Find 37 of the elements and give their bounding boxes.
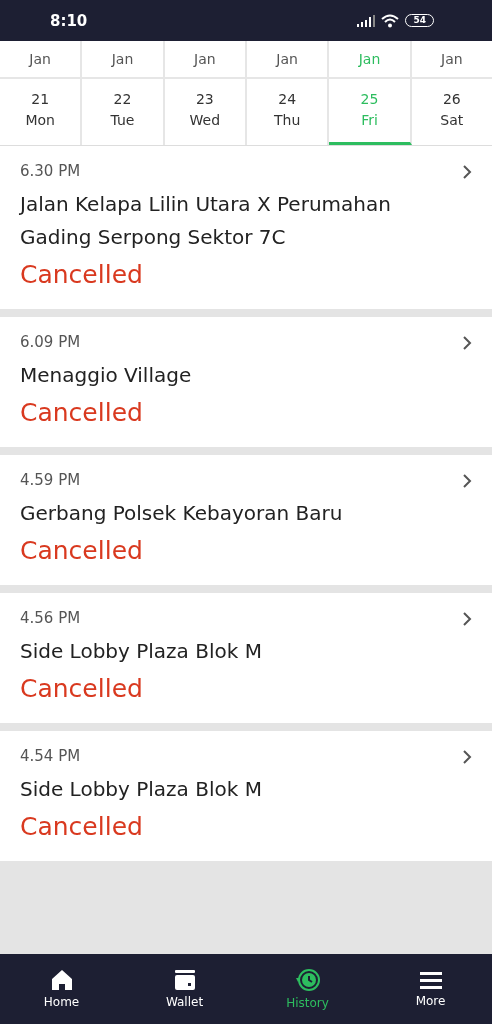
trip-status: Cancelled — [20, 398, 144, 427]
trip-card[interactable]: 6.30 PM Jalan Kelapa Lilin Utara X Perumahan Gading Serpong Sektor 7C Cancelled — [0, 146, 492, 309]
wifi-icon — [381, 13, 400, 28]
trip-time: 4.54 PM — [20, 747, 82, 765]
trip-card[interactable]: 6.09 PM Menaggio Village Cancelled — [0, 317, 492, 447]
trip-address: Side Lobby Plaza Blok M — [20, 638, 263, 665]
trip-address: Jalan Kelapa Lilin Utara X Perumahan Gading Serpong Sektor 7C — [20, 191, 392, 251]
trip-status: Cancelled — [20, 536, 144, 565]
trip-time: 4.59 PM — [20, 471, 82, 489]
history-icon — [295, 968, 320, 992]
chevron-right-icon — [462, 335, 472, 351]
chevron-right-icon — [462, 749, 472, 765]
chevron-right-icon — [462, 611, 472, 627]
nav-tab[interactable]: More — [369, 954, 492, 1024]
trip-card[interactable]: 4.54 PM Side Lobby Plaza Blok M Cancelled — [0, 731, 492, 861]
trip-address: Gerbang Polsek Kebayoran Baru — [20, 500, 344, 527]
trip-status: Cancelled — [20, 674, 144, 703]
trip-status: Cancelled — [20, 812, 144, 841]
trip-address: Menaggio Village — [20, 362, 193, 389]
nav-tab[interactable]: Home — [0, 954, 123, 1024]
nav-tab[interactable]: Wallet — [123, 954, 246, 1024]
status-time: 8:10 — [50, 11, 88, 30]
trip-time: 6.09 PM — [20, 333, 82, 351]
trip-time: 6.30 PM — [20, 162, 82, 180]
wallet-icon — [173, 969, 196, 991]
trip-status: Cancelled — [20, 260, 144, 289]
trip-address: Side Lobby Plaza Blok M — [20, 776, 263, 803]
trip-time: 4.56 PM — [20, 609, 82, 627]
nav-tab[interactable]: History — [246, 954, 369, 1024]
signal-icon — [357, 14, 376, 27]
date-tab[interactable]: Jan 26 Sat — [411, 41, 492, 145]
trip-card[interactable]: 4.59 PM Gerbang Polsek Kebayoran Baru Cancelled — [0, 455, 492, 585]
chevron-right-icon — [462, 164, 472, 180]
menu-icon — [419, 970, 442, 990]
trip-card[interactable]: 4.56 PM Side Lobby Plaza Blok M Cancelled — [0, 593, 492, 723]
chevron-right-icon — [462, 473, 472, 489]
home-icon — [50, 969, 73, 991]
